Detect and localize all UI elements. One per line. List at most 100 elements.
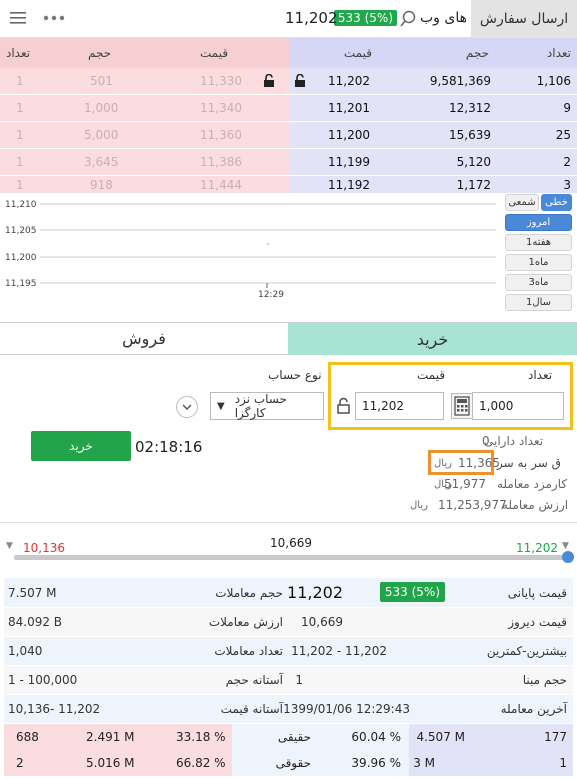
trades-count-label: تعداد معاملات [214,644,283,658]
buy-order-row[interactable]: 2 5,120 11,199 [290,149,577,176]
range-label: بیشترین-کمترین [486,644,567,658]
sell-volume-header: حجم [88,46,112,60]
unlock-icon[interactable] [294,74,306,88]
trade-value-stat-label: ارزش معاملات [208,615,283,629]
price-input[interactable]: 11,202 [355,392,444,420]
breakeven-currency: ریال [434,458,452,469]
stat-row: قیمت دیروز 10,669 ارزش معاملات 84.092 B [4,608,573,637]
price-threshold-value: 10,136- 11,202 [8,702,101,716]
sell-count: 1 [16,74,24,88]
change-badge: 533 (5%) [333,10,397,26]
buy-count: 1 [559,756,567,770]
top-bar: ارسال سفارش های وب 533 (5%) 11,202 [0,0,577,38]
buy-count: 3 [563,177,571,192]
prev-price-label: قیمت دیروز [508,615,567,629]
sell-order-row[interactable]: 11,360 5,000 1 [0,122,290,149]
sell-order-row[interactable]: 11,340 1,000 1 [0,95,290,122]
sell-price-header: قیمت [200,46,229,60]
price-range-track[interactable] [14,555,568,560]
sell-count: 688 [16,730,39,744]
buy-count: 1,106 [536,74,571,88]
chart-period-selector: شمعی خطی امروز 1هفته 1ماه 3ماه 1سال [505,194,575,314]
account-type-value: حساب نزد کارگزا [234,392,287,420]
buy-price: 11,199 [328,155,370,169]
fee-currency: ریال [434,479,452,490]
buy-volume: 15,639 [449,128,491,142]
more-options-icon[interactable] [42,12,66,24]
trades-count-value: 1,040 [8,644,43,658]
buy-price: 11,202 [328,74,370,88]
buy-percent: 60.04 % [351,730,401,744]
stat-row: قیمت پایانی 533 (5%) 11,202 حجم معاملات … [4,578,573,608]
trade-value-value: 11,253,977 [438,498,507,512]
dropdown-arrow-icon: ▼ [217,400,225,412]
period-1week-button[interactable]: 1هفته [505,234,572,251]
sell-price: 11,444 [200,177,242,192]
candle-toggle[interactable]: شمعی [505,194,539,211]
sell-count: 1 [16,128,24,142]
intraday-price-chart[interactable]: 11,210 11,205 11,200 11,195 12:29 [0,192,500,320]
sell-price: 11,360 [200,128,242,142]
send-order-button[interactable]: ارسال سفارش [471,0,577,38]
period-1year-button[interactable]: 1سال [505,294,572,311]
buy-volume: 12,312 [449,101,491,115]
tab-sell[interactable]: فروش [0,323,288,355]
hamburger-menu-icon[interactable] [10,11,26,25]
line-toggle[interactable]: خطی [541,194,572,211]
calculator-icon[interactable] [451,393,473,419]
period-3month-button[interactable]: 3ماه [505,274,572,291]
trade-value-label: ارزش معامله [502,498,569,512]
price-unlock-icon[interactable] [334,393,354,419]
x-tick-label: 12:29 [258,290,284,300]
last-trade-value: 1399/01/06 12:29:43 [283,702,410,716]
buy-volume: 3 M [413,756,435,770]
unlock-icon[interactable] [263,74,275,88]
buy-volume: 1,172 [456,177,491,192]
last-price-label: قیمت پایانی [507,585,567,600]
buy-order-row[interactable]: 9 12,312 11,201 [290,95,577,122]
volume-threshold-value: 1 - 100,000 [8,673,78,687]
buy-count: 25 [555,128,571,142]
buy-price: 11,201 [328,101,370,115]
stat-row: حجم مبنا 1 آستانه حجم 1 - 100,000 [4,666,573,695]
table-row: 1 3 M 39.96 % حقوقی 66.82 % 5.016 M 2 [4,750,573,776]
symbol-name[interactable]: های وب [420,10,467,26]
price-threshold-label: آستانه قیمت [220,702,283,716]
period-1month-button[interactable]: 1ماه [505,254,572,271]
buy-submit-button[interactable]: خرید [31,431,131,461]
top-price: 11,202 [285,9,338,27]
sell-percent: 66.82 % [176,756,226,770]
sell-order-row[interactable]: 11,386 3,645 1 [0,149,290,176]
period-today-button[interactable]: امروز [505,214,572,231]
buy-volume: 5,120 [456,155,491,169]
sell-count: 1 [16,101,24,115]
buy-order-row[interactable]: 1,106 9,581,369 11,202 [290,68,577,95]
y-tick-label: 11,195 [5,279,37,289]
last-trade-label: آخرین معامله [500,702,567,716]
sell-price: 11,386 [200,155,242,169]
price-range-knob[interactable] [562,551,574,563]
buy-price: 11,192 [328,177,370,192]
sell-order-row[interactable]: 11,330 501 1 [0,68,290,95]
range-low: 10,136 [23,541,65,555]
sell-price: 11,330 [200,74,242,88]
expand-button[interactable] [176,396,198,418]
sell-volume: 1,000 [84,101,119,115]
buy-order-row[interactable]: 25 15,639 11,200 [290,122,577,149]
trade-value-stat-value: 84.092 B [8,615,63,629]
search-icon[interactable] [399,10,417,28]
arrow-down-left-icon: ▼ [6,541,13,551]
range-value: 11,202 - 11,202 [291,644,387,658]
trade-value-currency: ریال [410,500,428,511]
fee-label: کارمزد معامله [497,477,568,491]
tab-buy[interactable]: خرید [288,323,577,355]
sell-volume: 5,000 [84,128,119,142]
account-type-select[interactable]: ▼ حساب نزد کارگزا [210,392,324,420]
investor-type-table: 177 4.507 M 60.04 % حقیقی 33.18 % 2.491 … [4,724,573,776]
buy-count-header: تعداد [546,46,571,60]
buy-volume: 9,581,369 [429,74,491,88]
qty-label: تعداد [528,368,553,382]
sell-volume: 918 [90,177,113,192]
sell-price: 11,340 [200,101,242,115]
quantity-input[interactable]: 1,000 [472,392,564,420]
